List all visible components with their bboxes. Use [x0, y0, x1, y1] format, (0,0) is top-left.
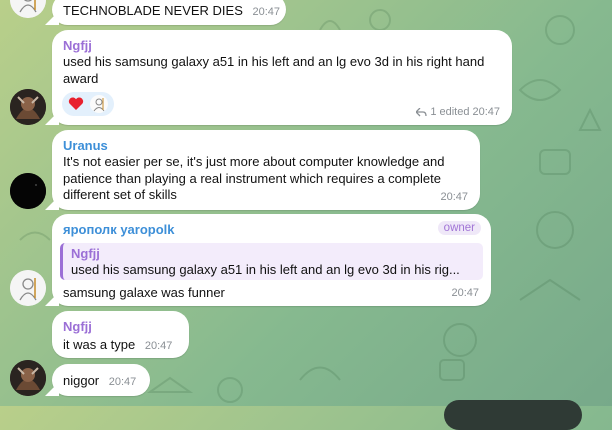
message-text: it was a type — [63, 337, 136, 352]
message-bubble[interactable]: TECHNOBLADE NEVER DIES 20:47 — [52, 0, 286, 25]
message-time: 20:47 — [451, 287, 479, 299]
message-bubble[interactable]: Ngfjj it was a type 20:47 — [52, 311, 189, 358]
reply-author: Ngfjj — [71, 246, 100, 261]
message-text: samsung galaxe was funner — [63, 285, 225, 300]
scroll-to-bottom-button[interactable] — [444, 400, 582, 430]
dark-avatar-icon — [10, 360, 46, 396]
dark-avatar-icon — [10, 89, 46, 125]
message-text: TECHNOBLADE NEVER DIES — [63, 3, 243, 18]
edited-indicator: 1 edited 20:47 — [416, 106, 500, 118]
message-text: niggor — [63, 373, 100, 388]
message-time: 20:47 — [108, 376, 137, 388]
message-author[interactable]: Ngfjj — [63, 38, 92, 54]
black-avatar-icon — [10, 173, 46, 209]
edited-label: 1 edited — [430, 106, 470, 118]
reply-preview[interactable]: Ngfjj used his samsung galaxy a51 in his… — [60, 243, 483, 280]
reply-arrow-icon — [416, 107, 427, 116]
avatar[interactable] — [10, 173, 46, 209]
heart-emoji-icon — [68, 97, 84, 110]
reaction-group[interactable] — [62, 92, 114, 116]
avatar[interactable] — [10, 360, 46, 396]
message-author[interactable]: Uranus — [63, 138, 108, 154]
message-time: 20:47 — [144, 340, 173, 352]
message-bubble[interactable]: Ngfjj used his samsung galaxy a51 in his… — [52, 30, 512, 125]
message-author[interactable]: ярополк yaropolk — [63, 222, 175, 238]
avatar[interactable] — [10, 270, 46, 306]
message-time: 20:47 — [440, 191, 468, 203]
message-bubble[interactable]: ярополк yaropolk owner Ngfjj used his sa… — [52, 214, 491, 306]
message-text: used his samsung galaxy a51 in his left … — [63, 54, 485, 86]
reply-text: used his samsung galaxy a51 in his left … — [71, 262, 460, 277]
avatar[interactable] — [10, 0, 46, 18]
message-time: 20:47 — [252, 6, 281, 18]
sketch-avatar-icon — [10, 270, 46, 306]
message-author[interactable]: Ngfjj — [63, 319, 92, 335]
message-time: 20:47 — [472, 106, 500, 118]
message-bubble[interactable]: Uranus It's not easier per se, it's just… — [52, 130, 480, 210]
message-text: It's not easier per se, it's just more a… — [63, 154, 445, 202]
owner-badge: owner — [437, 221, 481, 235]
message-bubble[interactable]: niggor 20:47 — [52, 364, 150, 396]
avatar[interactable] — [10, 89, 46, 125]
sticker-avatar-icon — [90, 95, 108, 113]
sketch-avatar-icon — [10, 0, 46, 18]
